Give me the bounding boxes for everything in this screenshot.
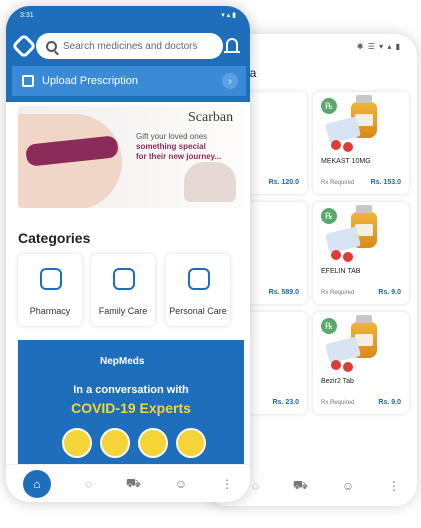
status-bar: 3:31 ▾ ▴ ▮ xyxy=(6,6,250,24)
home-icon[interactable]: ⌂ xyxy=(22,469,51,498)
upload-prescription-button[interactable]: Upload Prescription › xyxy=(12,66,246,96)
product-price: Rs. 23.0 xyxy=(272,399,299,406)
search-input[interactable]: Search medicines and doctors xyxy=(36,33,223,59)
product-price: Rs. 153.0 xyxy=(370,179,401,186)
banner-tagline: Gift your loved ones something special f… xyxy=(136,132,221,162)
front-phone: 3:31 ▾ ▴ ▮ Search medicines and doctors … xyxy=(6,6,250,502)
bell-icon[interactable] xyxy=(224,38,240,53)
expert-avatar xyxy=(62,428,92,458)
product-price: Rs. 9.0 xyxy=(378,399,401,406)
more-icon[interactable]: ⋮ xyxy=(221,477,233,491)
rx-icon: ℞ xyxy=(321,208,337,224)
category-personal-care[interactable]: Personal Care xyxy=(166,254,230,326)
rx-icon: ℞ xyxy=(321,318,337,334)
rx-icon: ℞ xyxy=(321,98,337,114)
profile-icon[interactable]: ☺ xyxy=(342,479,354,493)
pill-icon xyxy=(331,360,341,370)
bottom-nav: ⌂ ◌ ⛟ ☺ ⋮ xyxy=(6,464,250,502)
promo-banner[interactable]: Scarban Gift your loved ones something s… xyxy=(18,106,244,208)
upload-label: Upload Prescription xyxy=(42,75,138,87)
banner-tagline-1: Gift your loved ones xyxy=(136,132,208,141)
category-label: Family Care xyxy=(98,306,148,316)
product-card[interactable]: ℞ MEKAST 10MG Rx Required Rs. 153.0 xyxy=(313,92,409,194)
covid-banner[interactable]: NepMeds In a conversation with COVID-19 … xyxy=(18,340,244,464)
covid-banner-line-1: In a conversation with xyxy=(73,384,189,396)
pill-icon xyxy=(40,268,62,290)
category-family-care[interactable]: Family Care xyxy=(91,254,155,326)
upload-icon xyxy=(22,75,34,87)
covid-banner-brand: NepMeds xyxy=(100,356,145,367)
rx-required-label: Rx Required xyxy=(321,400,355,406)
product-price: Rs. 589.0 xyxy=(268,289,299,296)
banner-brand: Scarban xyxy=(188,110,234,125)
status-icons: ✱ ☰ ▾ ▴ ▮ xyxy=(356,41,401,51)
pill-icon xyxy=(331,140,341,150)
chat-icon[interactable]: ◌ xyxy=(85,477,92,491)
expert-avatar xyxy=(138,428,168,458)
chat-icon[interactable]: ◌ xyxy=(252,479,259,493)
banner-tagline-3: for their new journey... xyxy=(136,152,222,161)
pill-strip-icon xyxy=(325,116,361,144)
product-name: EFELIN TAB xyxy=(321,268,361,275)
expert-avatar xyxy=(100,428,130,458)
cart-icon[interactable]: ⛟ xyxy=(126,476,141,492)
pill-icon xyxy=(343,142,353,152)
covid-banner-line-2: COVID-19 Experts xyxy=(71,400,191,416)
product-card[interactable]: ℞ Bezir2 Tab Rx Required Rs. 9.0 xyxy=(313,312,409,414)
chevron-right-icon: › xyxy=(222,73,238,89)
nepmeds-logo-icon[interactable] xyxy=(11,33,37,59)
banner-tagline-2: something special xyxy=(136,142,206,151)
product-card[interactable]: ℞ EFELIN TAB Rx Required Rs. 9.0 xyxy=(313,202,409,304)
pill-icon xyxy=(343,252,353,262)
category-label: Pharmacy xyxy=(29,306,71,316)
product-price: Rs. 120.0 xyxy=(268,179,299,186)
pill-strip-icon xyxy=(325,226,361,254)
pill-icon xyxy=(331,250,341,260)
product-price: Rs. 9.0 xyxy=(378,289,401,296)
app-header: 3:31 ▾ ▴ ▮ Search medicines and doctors … xyxy=(6,6,250,102)
profile-icon[interactable]: ☺ xyxy=(175,477,187,491)
expert-avatar xyxy=(176,428,206,458)
pill-strip-icon xyxy=(325,336,361,364)
product-name: Bezir2 Tab xyxy=(321,378,354,385)
banner-baby-image xyxy=(184,162,236,202)
cart-icon[interactable]: ⛟ xyxy=(293,478,308,494)
rx-required-label: Rx Required xyxy=(321,180,355,186)
search-icon xyxy=(46,40,57,52)
family-icon xyxy=(113,268,135,290)
product-name: MEKAST 10MG xyxy=(321,158,371,165)
person-icon xyxy=(188,268,210,290)
more-icon[interactable]: ⋮ xyxy=(388,479,400,493)
status-icons: ▾ ▴ ▮ xyxy=(221,12,236,19)
categories-title: Categories xyxy=(18,230,91,246)
status-time: 3:31 xyxy=(20,11,34,19)
pill-icon xyxy=(343,362,353,372)
rx-required-label: Rx Required xyxy=(321,290,355,296)
category-label: Personal Care xyxy=(169,306,227,316)
search-placeholder: Search medicines and doctors xyxy=(63,40,198,52)
category-pharmacy[interactable]: Pharmacy xyxy=(18,254,82,326)
